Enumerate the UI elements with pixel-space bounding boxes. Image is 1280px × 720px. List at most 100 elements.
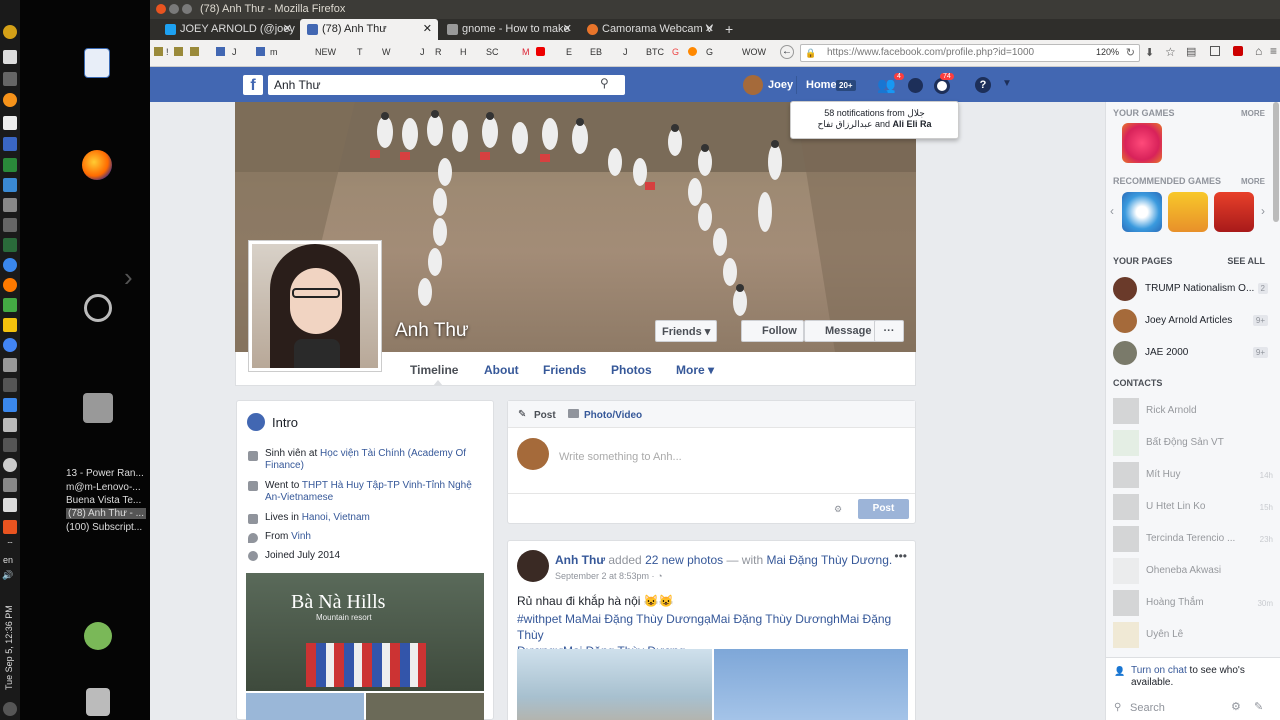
search-input[interactable] (268, 75, 625, 95)
app-icon[interactable] (3, 318, 17, 332)
see-all-link[interactable]: SEE ALL (1227, 256, 1265, 266)
search-icon[interactable]: ⚲ (600, 76, 609, 90)
doc-icon[interactable] (3, 50, 17, 64)
youtube-icon[interactable] (536, 47, 545, 56)
friend-requests-icon[interactable]: 👥 (877, 76, 896, 94)
turn-on-chat-link[interactable]: Turn on chat (1131, 665, 1187, 676)
more-options-button[interactable]: ··· (874, 320, 904, 342)
tab-friends[interactable]: Friends (543, 363, 586, 377)
contact-item[interactable]: Tercinda Terencio ... 23h (1113, 526, 1273, 552)
account-menu-icon[interactable]: ▼ (1002, 78, 1012, 89)
task-item[interactable]: m@m-Lenovo-... (66, 482, 141, 493)
post-tagged-link[interactable]: Mai Đặng Thùy Dương. (766, 553, 892, 567)
bookmark-icon[interactable] (688, 47, 697, 56)
grid-icon[interactable] (3, 178, 17, 192)
recommended-more-link[interactable]: MORE (1241, 177, 1265, 186)
coin-icon[interactable] (3, 25, 17, 39)
bookmark[interactable]: NEW (315, 47, 336, 57)
bitcoin-icon[interactable] (3, 93, 17, 107)
star-icon[interactable]: ☆ (1165, 45, 1176, 59)
app-icon[interactable] (3, 72, 17, 86)
follow-button[interactable]: Follow (741, 320, 804, 342)
tab-twitter[interactable]: JOEY ARNOLD (@joey ✕ (158, 19, 298, 40)
intro-photo-thumb[interactable] (246, 693, 364, 720)
chevron-right-icon[interactable]: › (1261, 204, 1265, 218)
trash-icon[interactable] (86, 688, 110, 716)
close-tab-icon[interactable]: ✕ (563, 22, 572, 35)
new-tab-button[interactable]: + (725, 21, 733, 37)
facebook-logo-icon[interactable]: f (243, 75, 263, 95)
app-icon[interactable] (3, 478, 17, 492)
page-item[interactable]: TRUMP Nationalism O... 2 (1113, 277, 1278, 301)
page-item[interactable]: Joey Arnold Articles 9+ (1113, 309, 1278, 333)
reload-icon[interactable]: ↻ (1126, 46, 1135, 59)
composer-tab-photo[interactable]: Photo/Video (584, 410, 642, 421)
ubuntu-icon[interactable] (84, 294, 112, 322)
screenshot-icon[interactable] (1210, 46, 1220, 56)
minimize-icon[interactable] (169, 4, 179, 14)
bookmark-folder-icon[interactable] (190, 47, 199, 56)
slots-game-icon[interactable] (1214, 192, 1254, 232)
bookmark-folder-icon[interactable] (154, 47, 163, 56)
settings-icon[interactable] (3, 520, 17, 534)
task-item[interactable]: Buena Vista Te... (66, 495, 141, 506)
audience-icon[interactable]: ◔ (657, 571, 662, 581)
lang-indicator[interactable]: en (3, 555, 13, 565)
volume-icon[interactable]: 🔊 (2, 570, 13, 581)
tab-timeline[interactable]: Timeline (410, 363, 458, 377)
contact-item[interactable]: Oheneba Akwasi (1113, 558, 1273, 584)
games-more-link[interactable]: MORE (1241, 109, 1265, 118)
settings-gear-icon[interactable]: ⚙ (834, 504, 842, 515)
clock[interactable]: Tue Sep 5, 12:36 PM (4, 600, 16, 690)
close-tab-icon[interactable]: ✕ (283, 22, 292, 35)
sheet-icon[interactable] (3, 158, 17, 172)
library-icon[interactable]: ▤ (1186, 45, 1196, 58)
bookmark[interactable]: E (566, 47, 572, 57)
contact-item[interactable]: Bất Động Sản VT (1113, 430, 1273, 456)
post-photo[interactable] (714, 649, 908, 720)
post-author-link[interactable]: Anh Thư (555, 553, 605, 567)
tab-gnome[interactable]: gnome - How to make ✕ (440, 19, 578, 40)
app-icon[interactable] (3, 458, 17, 472)
scrollbar[interactable] (1273, 102, 1279, 222)
chrome-icon[interactable] (3, 338, 17, 352)
menu-icon[interactable]: ≡ (1270, 44, 1277, 58)
bookmark[interactable]: H (460, 47, 467, 57)
calc-icon[interactable] (3, 137, 17, 151)
firefox-icon[interactable] (3, 278, 17, 292)
composer-input[interactable]: Write something to Anh... (559, 451, 682, 463)
close-tab-icon[interactable]: ✕ (423, 22, 432, 35)
bingo-game-icon[interactable] (1168, 192, 1208, 232)
facebook-bookmark-icon[interactable] (216, 47, 225, 56)
page-item[interactable]: JAE 2000 9+ (1113, 341, 1278, 365)
power-button-icon[interactable] (3, 702, 17, 716)
contact-item[interactable]: U Htet Lin Ko 15h (1113, 494, 1273, 520)
candy-crush-icon[interactable] (1122, 123, 1162, 163)
bookmark[interactable]: T (357, 47, 363, 57)
bookmark[interactable]: J (623, 47, 628, 57)
bookmark[interactable]: SC (486, 47, 499, 57)
contact-item[interactable]: Rick Arnold (1113, 398, 1273, 424)
intro-link[interactable]: Hanoi, Vietnam (302, 512, 370, 523)
document-icon[interactable] (84, 48, 110, 78)
paper-icon[interactable] (3, 116, 17, 130)
contact-item[interactable]: Hoàng Thắm 30m (1113, 590, 1273, 616)
user-name-link[interactable]: Joey (768, 79, 793, 91)
browser-icon[interactable] (3, 258, 17, 272)
close-icon[interactable] (156, 4, 166, 14)
task-item[interactable]: (100) Subscript... (66, 522, 142, 533)
back-icon[interactable]: ← (780, 45, 794, 59)
avatar[interactable] (743, 75, 763, 95)
intro-photo-thumb[interactable] (366, 693, 484, 720)
home-icon[interactable]: ⌂ (1255, 44, 1262, 58)
intro-link[interactable]: Vinh (291, 531, 311, 542)
bookmark[interactable]: J (232, 47, 237, 57)
pocket-icon[interactable]: ⬇ (1145, 46, 1154, 59)
tab-facebook[interactable]: (78) Anh Thư ✕ (300, 19, 438, 40)
friends-button[interactable]: Friends ▾ (655, 320, 718, 342)
notifications-icon[interactable] (934, 78, 950, 94)
contact-item[interactable]: Mít Huy 14h (1113, 462, 1273, 488)
youtube-icon[interactable] (1233, 46, 1243, 56)
composer-tab-post[interactable]: Post (534, 410, 556, 421)
url-bar[interactable]: https://www.facebook.com/profile.php?id=… (800, 44, 1140, 62)
